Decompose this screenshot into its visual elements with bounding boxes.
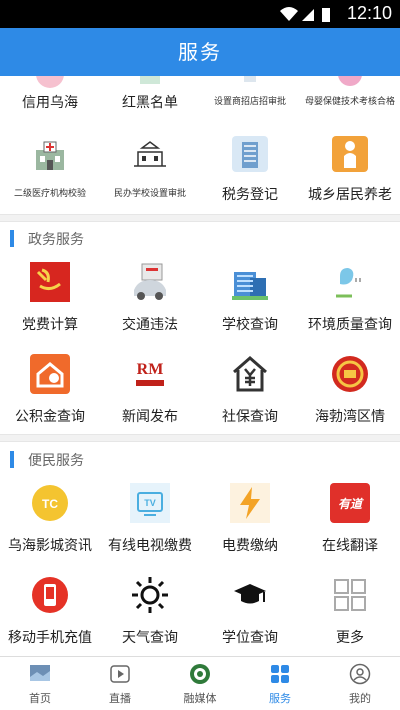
tv-icon: TV [130, 483, 170, 523]
service-environment[interactable]: 环境质量查询 [300, 254, 400, 344]
service-sign-approval[interactable]: 设置商招店招审批 [200, 76, 300, 116]
wifi-icon [280, 7, 298, 21]
media-icon [190, 664, 210, 684]
bottom-tabbar: 首页 直播 融媒体 服务 我的 [0, 656, 400, 710]
section-divider [0, 434, 400, 442]
section-title-government: 政务服务 [0, 224, 400, 254]
party-fee-icon [30, 262, 70, 302]
service-news[interactable]: RM 新闻发布 [100, 346, 200, 436]
tab-live[interactable]: 直播 [80, 657, 160, 710]
battery-icon [322, 8, 330, 22]
status-bar: 12:10 [0, 0, 400, 28]
svg-text:TC: TC [42, 497, 58, 511]
news-icon: RM [130, 354, 170, 394]
section-title-convenience: 便民服务 [0, 445, 400, 475]
hospital-icon [36, 141, 64, 170]
service-maternal[interactable]: 母婴保健技术考核合格 [300, 76, 400, 116]
service-social-security[interactable]: 社保查询 [200, 346, 300, 436]
tab-media[interactable]: 融媒体 [160, 657, 240, 710]
service-more[interactable]: 更多 [300, 567, 400, 656]
service-district[interactable]: 海勃湾区情 [300, 346, 400, 436]
service-translate[interactable]: 有道 在线翻译 [300, 475, 400, 565]
traffic-icon [134, 263, 166, 300]
svg-text:TV: TV [144, 498, 156, 508]
school-icon [232, 272, 268, 300]
clock: 12:10 [346, 3, 392, 23]
tab-profile[interactable]: 我的 [320, 657, 400, 710]
service-tax[interactable]: 税务登记 [200, 128, 300, 208]
live-icon [110, 665, 130, 683]
environment-icon [336, 268, 368, 298]
tax-icon [232, 136, 268, 172]
degree-icon [234, 584, 266, 604]
translate-icon-text: 有道 [337, 497, 362, 511]
service-pension[interactable]: 城乡居民养老 [300, 128, 400, 208]
profile-icon [349, 663, 371, 685]
school-approval-icon [134, 141, 166, 167]
weather-icon [132, 577, 168, 613]
service-weather[interactable]: 天气查询 [100, 567, 200, 656]
home-icon [30, 665, 50, 681]
service-party-fee[interactable]: 党费计算 [0, 254, 100, 344]
status-icons [280, 7, 330, 22]
more-icon [334, 579, 366, 611]
section-marker [10, 230, 14, 247]
maternal-icon [338, 76, 362, 86]
pension-icon [332, 136, 368, 172]
service-electricity[interactable]: 电费缴纳 [200, 475, 300, 565]
electricity-icon [230, 483, 270, 523]
phone-recharge-icon [32, 577, 68, 613]
service-icon [271, 665, 289, 683]
service-redblack[interactable]: 红黑名单 [100, 76, 200, 116]
svg-text:RM: RM [137, 361, 164, 378]
service-degree[interactable]: 学位查询 [200, 567, 300, 656]
tab-home[interactable]: 首页 [0, 657, 80, 710]
section-divider [0, 214, 400, 222]
emblem-icon [332, 356, 368, 392]
service-phone-recharge[interactable]: 移动手机充值 [0, 567, 100, 656]
tab-service[interactable]: 服务 [240, 657, 320, 710]
service-housing-fund[interactable]: 公积金查询 [0, 346, 100, 436]
services-content[interactable]: 信用乌海 红黑名单 设置商招店招审批 母婴保健技术考核合格 二级医疗机构校验 民… [0, 76, 400, 656]
social-security-icon [233, 356, 267, 392]
signal-icon [302, 9, 314, 21]
sign-approval-icon [244, 76, 256, 82]
service-tv[interactable]: TV 有线电视缴费 [100, 475, 200, 565]
service-school-approval[interactable]: 民办学校设置审批 [100, 128, 200, 208]
cinema-icon: TC [32, 485, 68, 521]
app-header: 服务 [0, 28, 400, 76]
housing-fund-icon [30, 354, 70, 394]
service-hospital[interactable]: 二级医疗机构校验 [0, 128, 100, 208]
section-marker [10, 451, 14, 468]
service-traffic[interactable]: 交通违法 [100, 254, 200, 344]
service-school[interactable]: 学校查询 [200, 254, 300, 344]
service-credit[interactable]: 信用乌海 [0, 76, 100, 116]
service-cinema[interactable]: TC 乌海影城资讯 [0, 475, 100, 565]
page-title: 服务 [178, 40, 222, 64]
